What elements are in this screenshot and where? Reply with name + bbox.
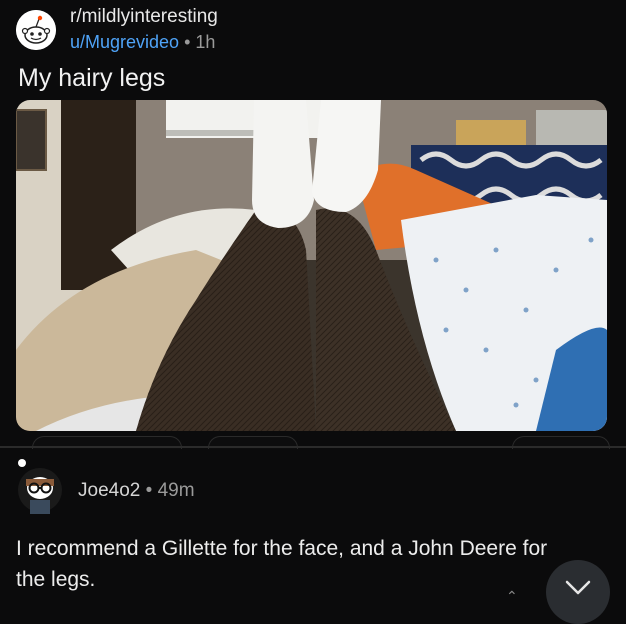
comment-author[interactable]: Joe4o2 bbox=[78, 480, 140, 501]
post-age: 1h bbox=[195, 32, 216, 52]
divider bbox=[0, 446, 626, 448]
post-title[interactable]: My hairy legs bbox=[18, 64, 165, 93]
comment-meta: Joe4o2 • 49m bbox=[78, 480, 195, 502]
comment-body: I recommend a Gillette for the face, and… bbox=[16, 537, 548, 591]
overflow-icon[interactable]: ⌃ bbox=[506, 588, 518, 605]
subreddit-avatar-icon[interactable] bbox=[16, 10, 56, 50]
post-image[interactable] bbox=[16, 100, 607, 431]
photo-of-hairy-legs-icon bbox=[16, 100, 607, 431]
post-author-link[interactable]: u/Mugrevideo bbox=[70, 32, 179, 52]
meta-separator: • bbox=[184, 32, 191, 52]
scroll-next-button[interactable] bbox=[546, 560, 610, 624]
comment-age: 49m bbox=[157, 480, 195, 501]
comment-avatar-icon[interactable] bbox=[14, 458, 64, 514]
subreddit-name[interactable]: r/mildlyinteresting bbox=[70, 6, 218, 28]
comment-separator: • bbox=[145, 480, 153, 501]
post-meta: u/Mugrevideo • 1h bbox=[70, 32, 215, 53]
post-header: r/mildlyinteresting u/Mugrevideo • 1h bbox=[16, 4, 616, 56]
chevron-down-icon bbox=[565, 580, 591, 595]
